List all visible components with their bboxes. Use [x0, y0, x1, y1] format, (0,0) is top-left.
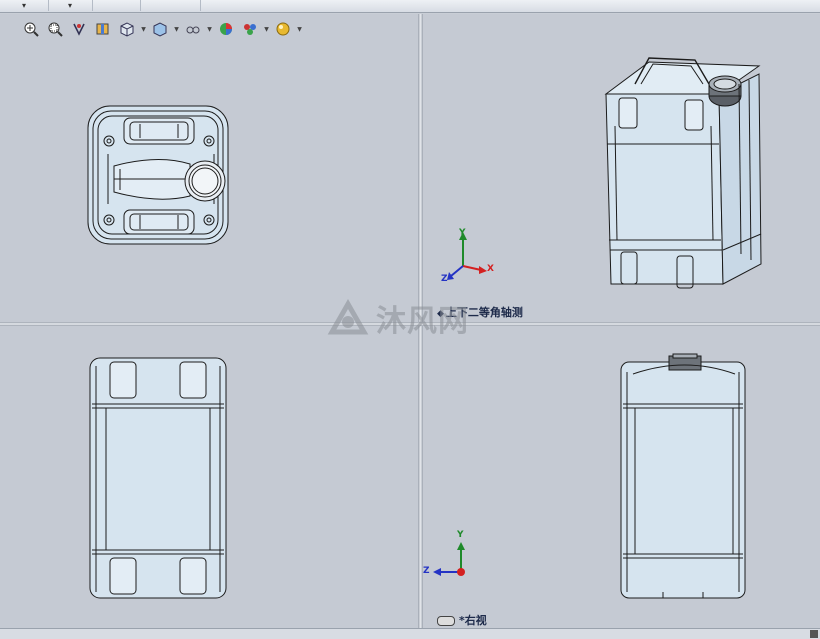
- menu-blank-3: [92, 0, 141, 11]
- top-view-model: [87, 105, 229, 245]
- view-orientation-icon[interactable]: [116, 18, 138, 40]
- view-settings-icon[interactable]: [272, 18, 294, 40]
- status-bar: [0, 628, 820, 639]
- hide-show-icon[interactable]: [182, 18, 204, 40]
- axis-triad-top: [447, 232, 487, 280]
- triad-label-y-right: Y: [457, 530, 464, 540]
- display-style-icon[interactable]: [149, 18, 171, 40]
- zoom-area-icon[interactable]: [44, 18, 66, 40]
- viewport-right[interactable]: Y Z *右视: [423, 326, 820, 628]
- menu-blank-4: [140, 0, 201, 11]
- view-label-right-text: *右视: [459, 614, 487, 627]
- axis-triad-bottom: [433, 542, 465, 576]
- scene-dropdown[interactable]: ▼: [263, 18, 270, 40]
- watermark-logo-icon: [327, 298, 369, 335]
- triad-label-y: Y: [459, 228, 466, 238]
- menu-dropdown-2[interactable]: ▾: [48, 0, 93, 11]
- display-style-dropdown[interactable]: ▼: [173, 18, 180, 40]
- view-settings-dropdown[interactable]: ▼: [296, 18, 303, 40]
- previous-view-icon[interactable]: [68, 18, 90, 40]
- zoom-fit-icon[interactable]: [20, 18, 42, 40]
- triad-label-z: Z: [441, 274, 448, 284]
- hide-show-dropdown[interactable]: ▼: [206, 18, 213, 40]
- trimetric-view-model: [447, 57, 762, 289]
- scene-icon[interactable]: [239, 18, 261, 40]
- right-view-model: [433, 353, 746, 599]
- appearance-icon[interactable]: [215, 18, 237, 40]
- top-menu-strip: ▾ ▾: [0, 0, 820, 13]
- view-link-icon[interactable]: [437, 616, 455, 626]
- viewport-top[interactable]: [0, 14, 418, 322]
- view-orientation-dropdown[interactable]: ▼: [140, 18, 147, 40]
- section-view-icon[interactable]: [92, 18, 114, 40]
- viewport-front[interactable]: [0, 326, 418, 628]
- triad-label-x: X: [487, 264, 494, 274]
- viewport-trimetric[interactable]: Y X Z ◆ 上下二等角轴测: [423, 14, 820, 322]
- menu-dropdown-1[interactable]: ▾: [0, 0, 49, 11]
- front-view-model: [89, 357, 227, 599]
- watermark: 沐风网: [326, 296, 469, 340]
- watermark-text: 沐风网: [376, 304, 469, 339]
- resize-grip[interactable]: [810, 630, 818, 638]
- triad-label-z-right: Z: [423, 566, 430, 576]
- heads-up-view-toolbar: ▼ ▼ ▼ ▼ ▼: [20, 18, 303, 40]
- view-label-right: *右视: [437, 612, 487, 628]
